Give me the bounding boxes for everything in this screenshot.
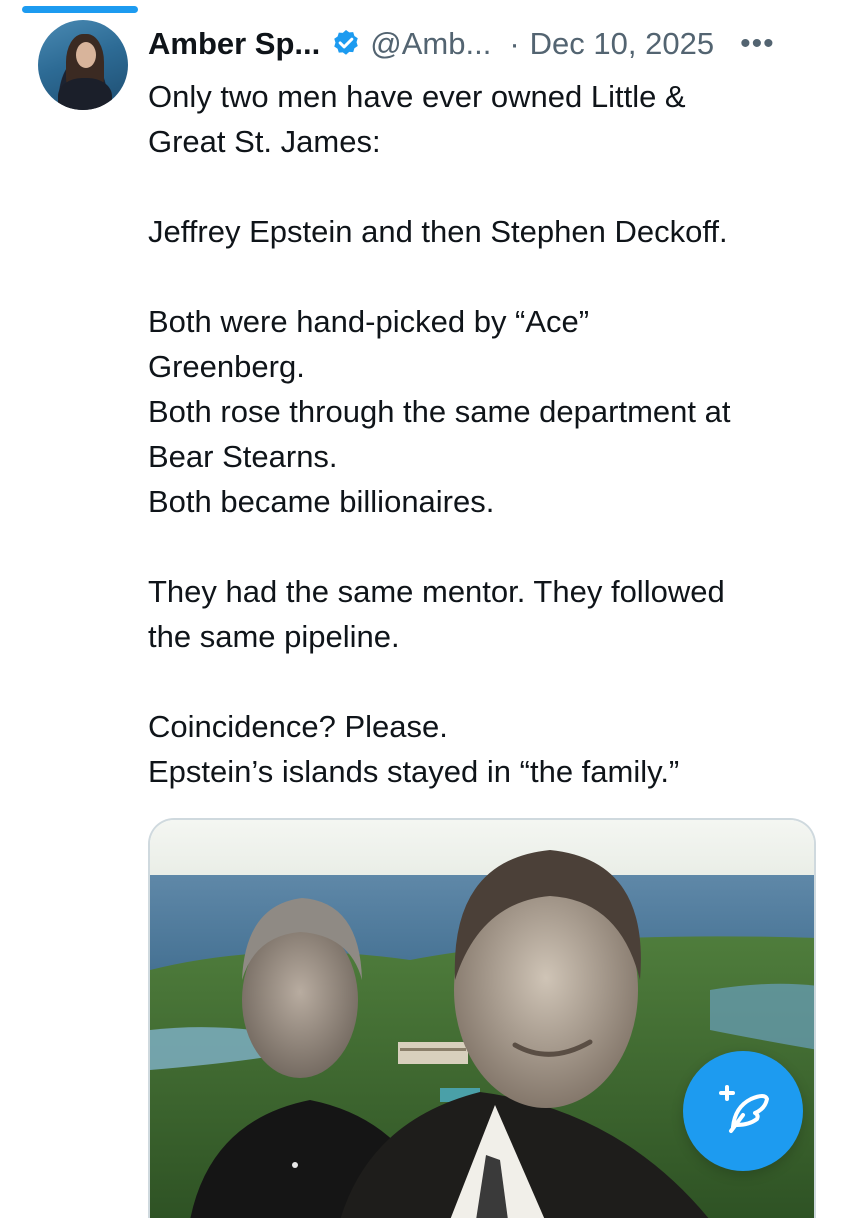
tweet-header: Amber Sp... @Amb... · Dec 10, 2025 •••	[148, 24, 828, 64]
author-name[interactable]: Amber Sp...	[148, 26, 320, 62]
tweet-line: Both rose through the same department at	[148, 394, 731, 429]
tweet-line: Great St. James:	[148, 124, 381, 159]
more-icon[interactable]: •••	[740, 27, 775, 61]
compose-feather-icon	[713, 1079, 773, 1144]
avatar[interactable]	[38, 20, 128, 110]
avatar-face	[76, 42, 96, 68]
tweet-line: Both became billionaires.	[148, 484, 495, 519]
tweet-line: Jeffrey Epstein and then Stephen Deckoff…	[148, 214, 728, 249]
tweet-line: Bear Stearns.	[148, 439, 338, 474]
verified-badge-icon	[330, 28, 362, 60]
author-handle[interactable]: @Amb...	[370, 26, 491, 62]
tweet-line: They had the same mentor. They followed	[148, 574, 725, 609]
tweet-line: Coincidence? Please.	[148, 709, 448, 744]
compose-button[interactable]	[683, 1051, 803, 1171]
avatar-body	[58, 78, 112, 110]
tweet-text: Only two men have ever owned Little & Gr…	[148, 74, 828, 794]
tweet-line: Epstein’s islands stayed in “the family.…	[148, 754, 680, 789]
separator-dot: ·	[509, 26, 520, 61]
tweet-line: Only two men have ever owned Little &	[148, 79, 686, 114]
scroll-indicator	[22, 6, 138, 13]
tweet-date[interactable]: Dec 10, 2025	[530, 26, 714, 62]
tweet-line: the same pipeline.	[148, 619, 400, 654]
tweet-line: Both were hand-picked by “Ace”	[148, 304, 590, 339]
tweet-line: Greenberg.	[148, 349, 305, 384]
